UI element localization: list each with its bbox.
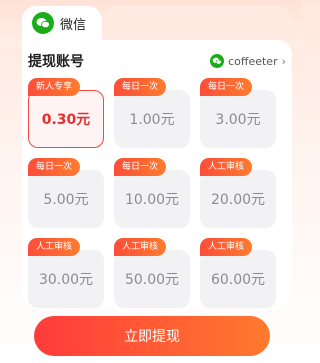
amount-value: 3.00元 — [200, 90, 276, 148]
amount-tag: 人工审核 — [200, 158, 253, 176]
amount-value: 20.00元 — [200, 170, 276, 228]
amount-option[interactable]: 30.00元 人工审核 — [28, 238, 104, 308]
account-row: 提现账号 coffeeter › — [28, 50, 286, 72]
page-title: 提现账号 — [28, 54, 84, 70]
amount-value: 60.00元 — [200, 250, 276, 308]
amount-value: 10.00元 — [114, 170, 190, 228]
wechat-icon — [32, 12, 54, 34]
account-name: coffeeter — [228, 54, 278, 68]
amount-option[interactable]: 50.00元 人工审核 — [114, 238, 190, 308]
tab-background-right — [102, 6, 292, 40]
amount-value: 30.00元 — [28, 250, 104, 308]
chevron-right-icon: › — [281, 54, 286, 68]
amount-option[interactable]: 0.30元 新人专享 — [28, 78, 104, 148]
amount-value: 0.30元 — [28, 90, 104, 148]
amount-value: 50.00元 — [114, 250, 190, 308]
withdraw-button[interactable]: 立即提现 — [34, 316, 270, 356]
amount-value: 1.00元 — [114, 90, 190, 148]
amount-tag: 人工审核 — [28, 238, 81, 256]
amount-tag: 新人专享 — [28, 78, 81, 96]
account-selector[interactable]: coffeeter › — [210, 54, 286, 68]
tab-wechat[interactable]: 微信 — [22, 6, 102, 40]
amount-option[interactable]: 10.00元 每日一次 — [114, 158, 190, 228]
amount-option[interactable]: 60.00元 人工审核 — [200, 238, 276, 308]
amount-tag: 每日一次 — [114, 158, 167, 176]
amount-tag: 每日一次 — [200, 78, 253, 96]
amount-option[interactable]: 20.00元 人工审核 — [200, 158, 276, 228]
amount-grid: 0.30元 新人专享 1.00元 每日一次 3.00元 每日一次 5.00元 每… — [28, 78, 276, 308]
amount-value: 5.00元 — [28, 170, 104, 228]
amount-option[interactable]: 3.00元 每日一次 — [200, 78, 276, 148]
amount-tag: 每日一次 — [28, 158, 81, 176]
amount-tag: 人工审核 — [114, 238, 167, 256]
amount-option[interactable]: 1.00元 每日一次 — [114, 78, 190, 148]
amount-option[interactable]: 5.00元 每日一次 — [28, 158, 104, 228]
wechat-icon — [210, 54, 225, 68]
amount-tag: 人工审核 — [200, 238, 253, 256]
amount-tag: 每日一次 — [114, 78, 167, 96]
tab-wechat-label: 微信 — [60, 17, 87, 33]
